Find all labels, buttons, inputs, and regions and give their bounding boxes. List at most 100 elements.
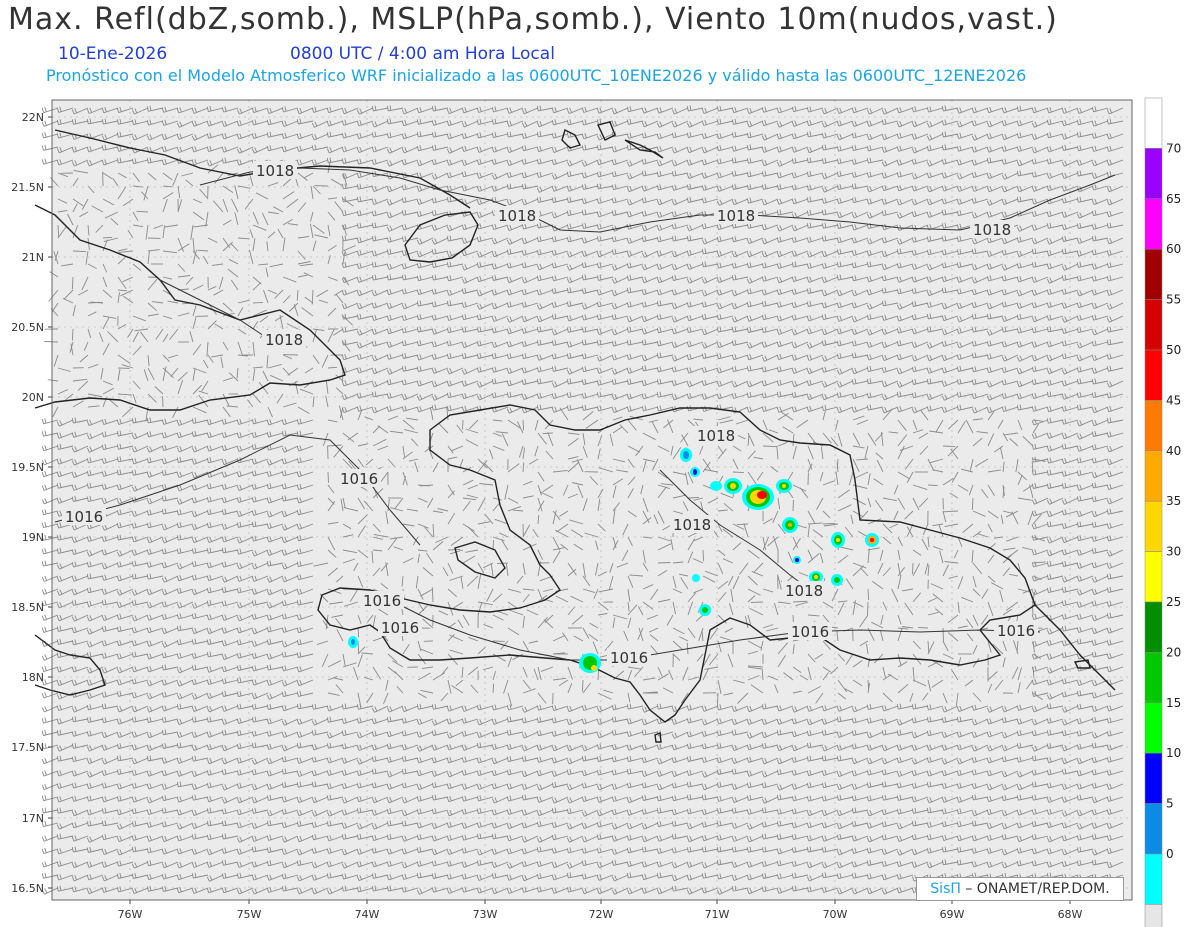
colorbar-tick-label: 70 [1166,141,1181,155]
colorbar-swatch [1144,500,1163,552]
sispi-logo: SisΠ [930,881,961,897]
storm-cell [680,448,692,462]
lat-label: 17.5N [11,741,44,754]
storm-cell [782,517,798,533]
colorbar-tick-label: 55 [1166,293,1181,307]
colorbar-swatch [1144,349,1163,401]
colorbar-swatch [1144,752,1163,804]
storm-cell [831,532,845,548]
lat-label: 22N [22,111,44,124]
lat-label: 19.5N [11,461,44,474]
lon-label: 71W [705,908,730,921]
lat-label: 17N [22,812,44,825]
wind-barb [447,549,461,551]
isobar-label: 1016 [381,619,419,637]
isobar-label: 1016 [610,649,648,667]
isobar-label: 1018 [256,162,294,180]
colorbar-swatch [1144,803,1163,855]
lon-label: 73W [473,908,498,921]
colorbar-swatch [1144,400,1163,452]
colorbar-tick-label: 45 [1166,393,1181,407]
colorbar-tick-label: 15 [1166,696,1181,710]
wind-barb [522,419,524,431]
wind-barb [942,445,956,448]
colorbar-tick-label: 10 [1166,746,1181,760]
lon-label: 74W [355,908,380,921]
lat-label: 19N [22,531,44,544]
storm-cell [742,484,774,510]
wind-barb [702,549,705,562]
storm-cell [776,479,792,493]
wind-barb [492,683,495,694]
colorbar-swatch [1144,299,1163,351]
isobar-label: 1018 [785,582,823,600]
lat-label: 21.5N [11,181,44,194]
colorbar-tick-label: 60 [1166,242,1181,256]
wind-barb [942,627,944,643]
longitude-axis: 76W 75W 74W 73W 72W 71W 70W 69W 68W [118,900,1083,921]
isobar-label: 1016 [997,622,1035,640]
colorbar-swatch [1144,601,1163,653]
lon-label: 72W [589,908,614,921]
colorbar-swatch [1144,551,1163,603]
colorbar-swatch [1144,853,1163,905]
colorbar-tick-label: 20 [1166,645,1181,659]
wind-barb [867,601,869,616]
colorbar-swatch [1144,198,1163,250]
wind-barb [582,679,584,692]
wind-barb [732,471,744,474]
colorbar-swatch [1144,450,1163,502]
credit-text: – ONAMET/REP.DOM. [960,881,1110,897]
isobar-label: 1016 [65,508,103,526]
lat-label: 16.5N [11,882,44,895]
colorbar-swatch [1144,148,1163,200]
wind-barb [327,471,329,483]
wind-barb [71,328,74,341]
storm-cell [710,481,722,491]
lat-label: 18.5N [11,601,44,614]
lon-label: 68W [1058,908,1083,921]
colorbar-tick-label: 65 [1166,192,1181,206]
colorbar-tick-label: 35 [1166,494,1181,508]
storm-cell [831,574,843,586]
lat-label: 18N [22,671,44,684]
isobar-label: 1016 [791,623,829,641]
wind-barb [44,341,59,343]
colorbar-tick-label: 50 [1166,343,1181,357]
lon-label: 70W [823,908,848,921]
colorbar-tick-label: 40 [1166,444,1181,458]
lon-label: 76W [118,908,143,921]
colorbar-swatch [1144,652,1163,704]
storm-cell [699,604,711,616]
colorbar-swatch [1144,97,1163,149]
colorbar-tick-label: 25 [1166,595,1181,609]
lon-label: 69W [940,908,965,921]
isobar-label: 1016 [340,470,378,488]
credit-box: SisΠ – ONAMET/REP.DOM. [916,877,1124,901]
storm-cell [692,574,700,582]
isobar-label: 1018 [673,516,711,534]
storm-cell [348,636,358,648]
isobar-label: 1018 [498,207,536,225]
isobar-label: 1018 [717,207,755,225]
colorbar-swatch [1144,702,1163,754]
isobar-label: 1018 [265,331,303,349]
wind-barb [657,562,671,564]
colorbar-swatch [1144,904,1163,927]
colorbar-swatch [1144,248,1163,300]
isobar-label: 1018 [697,427,735,445]
isobar-label: 1016 [363,592,401,610]
storm-cell [579,653,601,673]
lat-label: 20N [22,391,44,404]
storm-cell [793,556,801,564]
wind-barb [927,484,938,487]
wind-barb [687,497,699,499]
wind-barb [252,301,263,304]
isobar-label: 1018 [973,221,1011,239]
colorbar: 7065605550454035302520151050 [1144,97,1181,927]
storm-cell [724,478,742,494]
wind-barb [462,419,464,430]
lat-label: 20.5N [11,321,44,334]
storm-cell [865,533,879,547]
storm-cell [690,467,700,477]
